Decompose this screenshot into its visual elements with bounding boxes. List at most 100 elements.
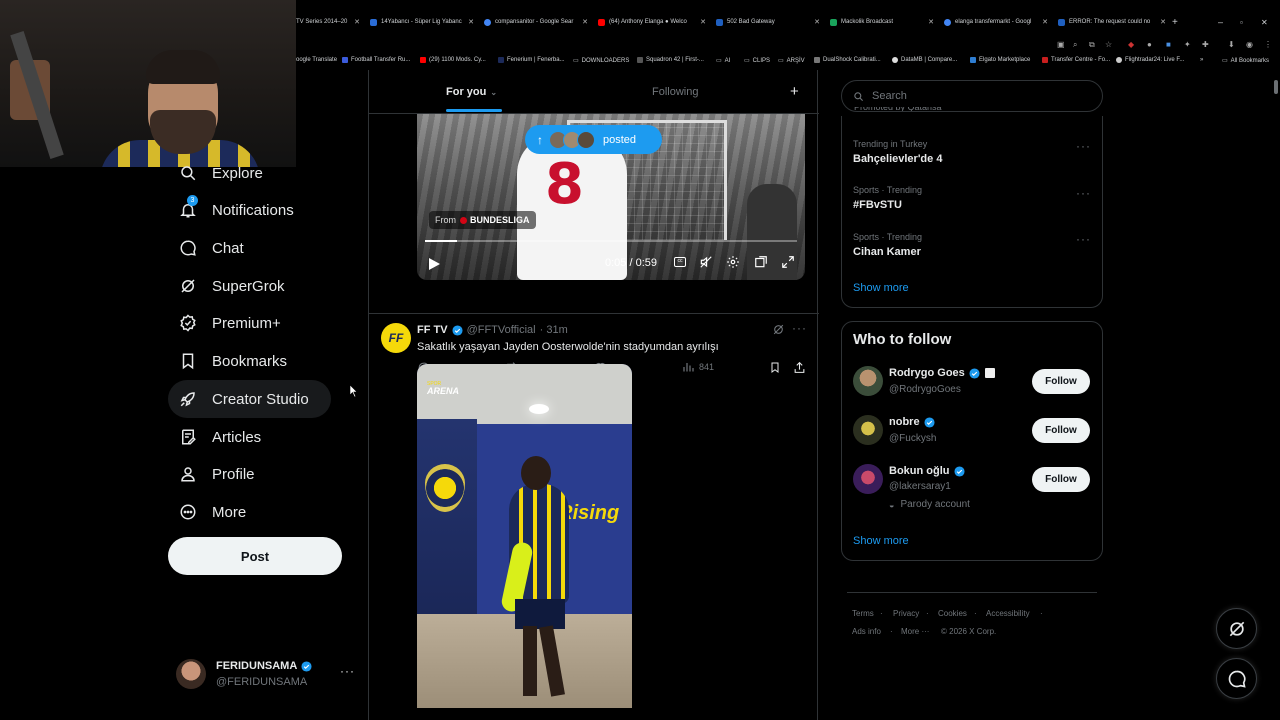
from-source-pill[interactable]: From BUNDESLIGA: [429, 211, 536, 229]
footer-link[interactable]: Ads info: [852, 627, 881, 636]
bookmark-item[interactable]: Elgato Marketplace: [970, 57, 1030, 63]
follow-suggestion-avatar[interactable]: [853, 464, 883, 494]
nav-item-bookmarks[interactable]: Bookmarks: [168, 342, 309, 380]
nav-item-more[interactable]: More: [168, 493, 268, 531]
post-more-icon[interactable]: ···: [792, 321, 807, 335]
grok-fab[interactable]: [1216, 608, 1257, 649]
close-tab-icon[interactable]: ✕: [810, 18, 820, 26]
views-button[interactable]: 841: [682, 361, 714, 373]
trends-show-more[interactable]: Show more: [853, 282, 909, 294]
bookmark-item[interactable]: Football Transfer Ru...: [342, 57, 410, 63]
footer-link[interactable]: Cookies: [938, 609, 967, 618]
add-feed-tab-button[interactable]: +: [790, 83, 799, 100]
new-posts-pill[interactable]: ↑ posted: [525, 125, 662, 154]
close-tab-icon[interactable]: ✕: [924, 18, 934, 26]
trend-more-icon[interactable]: ···: [1076, 186, 1091, 200]
new-tab-button[interactable]: +: [1172, 14, 1184, 30]
install-icon[interactable]: ⧉: [1089, 40, 1095, 50]
follow-suggestion-name[interactable]: Rodrygo Goes: [889, 367, 995, 379]
trend-item[interactable]: Cihan Kamer: [853, 246, 921, 258]
post-button[interactable]: Post: [168, 537, 342, 575]
close-tab-icon[interactable]: ✕: [350, 18, 360, 26]
follow-suggestion-name[interactable]: Bokun oğlu: [889, 465, 965, 477]
close-tab-icon[interactable]: ✕: [578, 18, 588, 26]
bookmark-item[interactable]: Fenerium | Fenerba...: [498, 57, 565, 63]
nav-item-notifications[interactable]: 3 Notifications: [168, 191, 316, 229]
footer-link[interactable]: Privacy: [893, 609, 919, 618]
all-bookmarks[interactable]: ▭ All Bookmarks: [1222, 57, 1269, 65]
follow-button[interactable]: Follow: [1032, 467, 1090, 492]
bookmark-item[interactable]: oogle Translate: [296, 57, 337, 63]
who-to-follow-show-more[interactable]: Show more: [853, 535, 909, 547]
browser-tab[interactable]: ERROR: The request could no ✕: [1058, 14, 1166, 30]
bookmarks-overflow-icon[interactable]: »: [1200, 57, 1203, 63]
bookmark-item[interactable]: Squadron 42 | First-...: [637, 57, 704, 63]
follow-button[interactable]: Follow: [1032, 369, 1090, 394]
share-button[interactable]: [793, 361, 811, 374]
browser-tab[interactable]: Mackolik Broadcast ✕: [830, 14, 934, 30]
extension-icon[interactable]: ◆: [1128, 40, 1134, 49]
footer-link[interactable]: Terms: [852, 609, 874, 618]
minimize-icon[interactable]: –: [1218, 14, 1226, 30]
extensions-puzzle-icon[interactable]: ✚: [1202, 40, 1209, 49]
fullscreen-icon[interactable]: [781, 255, 795, 274]
messages-fab[interactable]: [1216, 658, 1257, 699]
grok-post-icon[interactable]: [772, 323, 785, 341]
browser-tab[interactable]: 14Yabancı - Süper Lig Yabanc ✕: [370, 14, 474, 30]
menu-icon[interactable]: ⋮: [1264, 40, 1272, 49]
bookmark-item[interactable]: Flightradar24: Live F...: [1116, 57, 1184, 63]
nav-item-supergrok[interactable]: SuperGrok: [168, 267, 307, 305]
follow-suggestion-avatar[interactable]: [853, 366, 883, 396]
maximize-icon[interactable]: ▫: [1240, 14, 1248, 30]
page-scrollbar[interactable]: [1274, 80, 1278, 94]
post-video-thumbnail[interactable]: #Rising SPOR ARENA: [417, 364, 632, 708]
bookmark-post-button[interactable]: [769, 361, 786, 374]
browser-tab[interactable]: 502 Bad Gateway ✕: [716, 14, 820, 30]
footer-link[interactable]: Accessibility: [986, 609, 1030, 618]
close-tab-icon[interactable]: ✕: [1156, 18, 1166, 26]
settings-gear-icon[interactable]: [726, 255, 740, 274]
bookmark-item[interactable]: DualShock Calibrati...: [814, 57, 881, 63]
nav-item-chat[interactable]: Chat: [168, 229, 266, 267]
bookmark-folder[interactable]: ▭ CLIPS: [744, 57, 770, 65]
extension-icon[interactable]: ●: [1147, 40, 1152, 49]
post-author-handle[interactable]: @FFTVofficial: [467, 324, 536, 336]
follow-suggestion-name[interactable]: nobre: [889, 416, 935, 428]
trend-item[interactable]: #FBvSTU: [853, 199, 902, 211]
trend-more-icon[interactable]: ···: [1076, 139, 1091, 153]
nav-item-creator-studio[interactable]: Creator Studio: [168, 380, 331, 418]
post-time[interactable]: · 31m: [540, 324, 568, 336]
nav-item-articles[interactable]: Articles: [168, 418, 283, 456]
browser-tab[interactable]: TV Series 2014–20 ✕: [296, 14, 360, 30]
bookmark-item[interactable]: Transfer Centre - Fo...: [1042, 57, 1110, 63]
bookmark-folder[interactable]: ▭ ARŞİV: [778, 57, 805, 65]
post-author-name[interactable]: FF TV: [417, 324, 448, 336]
play-icon[interactable]: [429, 257, 440, 275]
account-switcher[interactable]: FERIDUNSAMA @FERIDUNSAMA ···: [176, 656, 356, 696]
bookmark-item[interactable]: (29) 1100 Mods. Cy...: [420, 57, 486, 63]
profile-icon[interactable]: ◉: [1246, 40, 1253, 49]
browser-tab[interactable]: (64) Anthony Elanga ● Welco ✕: [598, 14, 706, 30]
footer-link[interactable]: More ···: [901, 627, 929, 636]
extension-icon[interactable]: ■: [1166, 40, 1171, 49]
translate-icon[interactable]: ▣: [1057, 40, 1065, 49]
post-author-avatar[interactable]: FF: [381, 323, 411, 353]
close-tab-icon[interactable]: ✕: [696, 18, 706, 26]
nav-item-explore[interactable]: Explore: [168, 154, 285, 192]
close-tab-icon[interactable]: ✕: [1038, 18, 1048, 26]
trend-more-icon[interactable]: ···: [1076, 232, 1091, 246]
tab-for-you[interactable]: For you ⌄: [446, 86, 497, 98]
account-more-icon[interactable]: ···: [340, 664, 355, 678]
download-icon[interactable]: ⬇: [1228, 40, 1235, 49]
video-progress-track[interactable]: [425, 240, 797, 242]
mute-icon[interactable]: [699, 255, 713, 274]
bookmark-star-icon[interactable]: ☆: [1105, 40, 1112, 49]
browser-tab[interactable]: compansanitor - Google Sear ✕: [484, 14, 588, 30]
browser-tab[interactable]: elanga transfermarkt - Googl ✕: [944, 14, 1048, 30]
follow-button[interactable]: Follow: [1032, 418, 1090, 443]
picture-in-picture-icon[interactable]: [754, 255, 768, 274]
nav-item-premium[interactable]: Premium+: [168, 304, 303, 342]
bookmark-item[interactable]: DataMB | Compare...: [892, 57, 957, 63]
extension-icon[interactable]: ✦: [1184, 40, 1191, 49]
captions-icon[interactable]: cc: [674, 257, 686, 267]
